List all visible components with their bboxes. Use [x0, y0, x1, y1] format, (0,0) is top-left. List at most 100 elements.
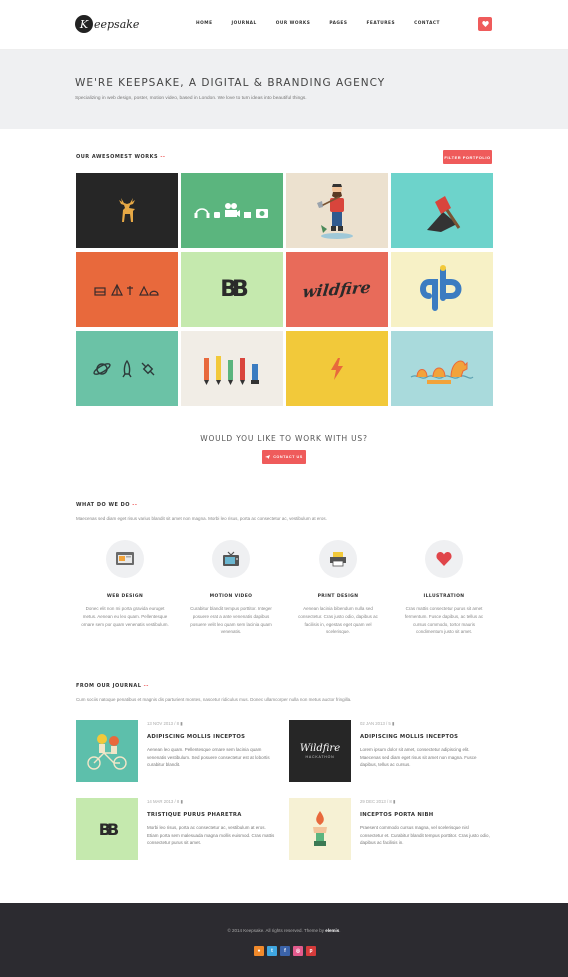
hero-banner: WE'RE KEEPSAKE, A DIGITAL & BRANDING AGE… [0, 50, 568, 129]
comment-icon: ▮ [392, 721, 395, 726]
logo-mark: K [75, 15, 93, 33]
service-text: Curabitur blandit tempus porttitor. Inte… [190, 606, 272, 635]
portfolio-item-media[interactable] [181, 173, 283, 248]
portfolio-item-wildfire[interactable]: wildfire [286, 252, 388, 327]
nav-pages[interactable]: PAGES [329, 21, 347, 26]
space-icons [93, 359, 155, 377]
service-icon-wrap [212, 540, 250, 578]
camping-icons [94, 283, 159, 296]
portfolio-item-pencils[interactable] [181, 331, 283, 406]
printer-icon [330, 552, 346, 567]
main-nav: HOME JOURNAL OUR WORKS PAGES FEATURES CO… [177, 21, 440, 26]
service-icon-wrap [106, 540, 144, 578]
portfolio-grid: BB wildfire [76, 173, 493, 408]
title-dash: -- [132, 502, 138, 508]
portfolio-item-bb[interactable]: BB [181, 252, 283, 327]
service-text: Aenean lacinia bibendum nulla sed consec… [298, 606, 378, 635]
journal-title-text: FROM OUR JOURNAL [76, 683, 142, 689]
service-title: PRINT DESIGN [317, 594, 359, 599]
filter-portfolio-button[interactable]: FILTER PORTFOLIO [443, 150, 492, 164]
post-title[interactable]: ADIPISCING MOLLIS INCEPTOS [360, 734, 458, 740]
twitter-icon[interactable]: t [267, 946, 277, 956]
journal-post[interactable]: Wildfire HACKATHON 02 JAN 2013 / 5 ▮ ADI… [289, 720, 489, 782]
hackathon-label: HACKATHON [305, 755, 335, 759]
post-date-comments: 29 DEC 2013 / 8 [360, 799, 392, 804]
post-date-comments: 14 MAR 2013 / 8 [147, 799, 180, 804]
hero-title: WE'RE KEEPSAKE, A DIGITAL & BRANDING AGE… [75, 77, 386, 89]
bb-logo-icon: BB [98, 819, 119, 839]
journal-post[interactable]: 29 DEC 2013 / 8 ▮ INCEPTOS PORTA NIBH Pr… [289, 798, 490, 860]
works-title-text: OUR AWESOMEST WORKS [76, 154, 159, 160]
copyright-text: © 2014 Keepsake. All rights reserved. Th… [227, 928, 326, 933]
wildfire-lettering: wildfire [301, 277, 373, 302]
post-excerpt: Praesent commodo cursus magna, vel scele… [360, 825, 490, 846]
post-thumbnail[interactable] [289, 798, 351, 860]
service-text: Donec elit non mi porta gravida euruget … [81, 606, 169, 627]
heart-icon [481, 21, 489, 27]
post-thumbnail[interactable]: Wildfire HACKATHON [289, 720, 351, 782]
hero-subtitle: Specializing in web design, poster, moti… [75, 96, 307, 101]
facebook-icon[interactable]: f [280, 946, 290, 956]
journal-description: Cum sociis natoque penatibus et magnis d… [76, 697, 352, 702]
lumberjack-icon [317, 183, 353, 239]
portfolio-item-axe[interactable] [391, 173, 493, 248]
title-dash: -- [143, 683, 149, 689]
post-thumbnail[interactable]: BB [76, 798, 138, 860]
portfolio-item-space[interactable] [76, 331, 178, 406]
lightning-icon [331, 357, 343, 380]
rss-icon[interactable]: ● [254, 946, 264, 956]
media-devices-icon [194, 202, 268, 218]
service-icon-wrap [319, 540, 357, 578]
social-links: ● t f ◎ p [254, 946, 316, 956]
journal-post[interactable]: 13 NOV 2013 / 8 ▮ ADIPISCING MOLLIS INCE… [76, 720, 276, 782]
portfolio-item-deer[interactable] [76, 173, 178, 248]
site-logo[interactable]: K eepsake [75, 14, 139, 34]
portfolio-item-lightning[interactable] [286, 331, 388, 406]
services-description: Maecenas sed diam eget risus varius blan… [76, 516, 327, 521]
post-title[interactable]: ADIPISCING MOLLIS INCEPTOS [147, 734, 245, 740]
nav-features[interactable]: FEATURES [366, 21, 395, 26]
services-title-text: WHAT DO WE DO [76, 502, 131, 508]
service-illustration: ILLUSTRATION Cras mattis consectetur pur… [396, 540, 492, 636]
favorite-button[interactable] [478, 17, 492, 31]
nav-journal[interactable]: JOURNAL [232, 21, 257, 26]
author-link[interactable]: elemis [325, 928, 339, 933]
comment-icon: ▮ [392, 799, 396, 804]
services-title: WHAT DO WE DO -- [76, 502, 137, 508]
bb-logo-icon: BB [220, 277, 248, 302]
wildfire-logo: Wildfire [299, 743, 341, 754]
comment-icon: ▮ [180, 721, 183, 726]
portfolio-item-lumberjack[interactable] [286, 173, 388, 248]
nav-home[interactable]: HOME [196, 21, 212, 26]
dribbble-icon[interactable]: ◎ [293, 946, 303, 956]
contact-us-label: CONTACT US [273, 455, 303, 459]
tv-icon [223, 551, 239, 566]
logo-text: eepsake [94, 17, 140, 31]
post-date-comments: 13 NOV 2013 / 8 [147, 721, 180, 726]
post-title[interactable]: INCEPTOS PORTA NIBH [360, 812, 434, 818]
heart-icon [436, 552, 452, 566]
bicycle-couple-icon [87, 734, 127, 770]
pencils-icon [204, 355, 259, 385]
post-thumbnail[interactable] [76, 720, 138, 782]
site-header: K eepsake HOME JOURNAL OUR WORKS PAGES F… [0, 0, 568, 50]
post-title[interactable]: TRISTIQUE PURUS PHARETRA [147, 812, 242, 818]
nav-our-works[interactable]: OUR WORKS [276, 21, 311, 26]
service-text: Cras mattis consectetur purus sit amet f… [404, 606, 484, 635]
service-title: MOTION VIDEO [209, 594, 253, 599]
portfolio-item-dp[interactable] [391, 252, 493, 327]
post-date-comments: 02 JAN 2013 / 5 [360, 721, 391, 726]
pinterest-icon[interactable]: p [306, 946, 316, 956]
portfolio-item-camping[interactable] [76, 252, 178, 327]
sea-monster-icon [410, 360, 474, 384]
portfolio-item-monster[interactable] [391, 331, 493, 406]
service-motion-video: MOTION VIDEO Curabitur blandit tempus po… [183, 540, 279, 636]
title-dash: -- [160, 154, 166, 160]
contact-us-button[interactable]: CONTACT US [262, 450, 306, 464]
post-meta: 13 NOV 2013 / 8 ▮ [147, 721, 183, 727]
post-excerpt: Lorem ipsum dolor sit amet, consectetur … [360, 747, 477, 768]
post-meta: 29 DEC 2013 / 8 ▮ [360, 799, 395, 805]
journal-post[interactable]: BB 14 MAR 2013 / 8 ▮ TRISTIQUE PURUS PHA… [76, 798, 276, 860]
site-footer: © 2014 Keepsake. All rights reserved. Th… [0, 903, 568, 977]
nav-contact[interactable]: CONTACT [414, 21, 440, 26]
